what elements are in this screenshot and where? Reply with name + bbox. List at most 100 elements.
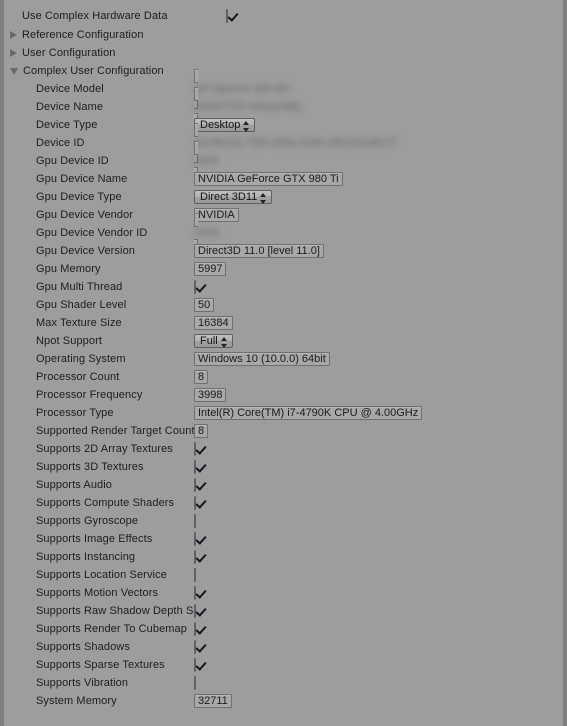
checkbox-supports-gyroscope[interactable] bbox=[194, 514, 196, 528]
use-complex-hardware-data-checkbox[interactable] bbox=[226, 9, 228, 23]
field-label: Device Model bbox=[36, 83, 104, 95]
textfield-operating-system[interactable]: Windows 10 (10.0.0) 64bit bbox=[194, 351, 330, 366]
field-label: Supports 3D Textures bbox=[36, 461, 144, 473]
field-row-gpu-device-version: Gpu Device Version Direct3D 11.0 [level 1… bbox=[4, 242, 563, 260]
chevron-down-icon[interactable] bbox=[10, 67, 18, 75]
field-label: Device ID bbox=[36, 137, 85, 149]
field-row-supports-vibration: Supports Vibration bbox=[4, 674, 563, 692]
checkbox-supports-2d-array-textures[interactable] bbox=[194, 442, 196, 456]
field-label: Supports Motion Vectors bbox=[36, 587, 159, 599]
redacted-value: DESKTOP-MVQ4J8Q bbox=[194, 100, 302, 113]
textfield-value: NVIDIA GeForce GTX 980 Ti bbox=[194, 171, 343, 186]
updown-arrows-icon bbox=[220, 336, 228, 349]
field-row-supports-3d-textures: Supports 3D Textures bbox=[4, 458, 563, 476]
field-label: Gpu Device Type bbox=[36, 191, 122, 203]
field-row-npot-support: Npot Support Full bbox=[4, 332, 563, 350]
checkbox-glyph bbox=[194, 586, 196, 600]
checkbox-supports-image-effects[interactable] bbox=[194, 532, 196, 546]
textfield-value: Intel(R) Core(TM) i7-4790K CPU @ 4.00GHz bbox=[194, 405, 423, 420]
checkbox-supports-motion-vectors[interactable] bbox=[194, 586, 196, 600]
checkbox-supports-location-service[interactable] bbox=[194, 568, 196, 582]
field-row-max-texture-size: Max Texture Size 16384 bbox=[4, 314, 563, 332]
checkbox-glyph bbox=[194, 568, 196, 582]
foldout-reference-configuration[interactable]: Reference Configuration bbox=[4, 26, 563, 44]
checkbox-glyph bbox=[194, 532, 196, 546]
textfield-supported-render-target-count[interactable]: 8 bbox=[194, 423, 209, 438]
textfield-value: 50 bbox=[194, 297, 215, 312]
checkbox-glyph bbox=[194, 478, 196, 492]
checkbox-supports-compute-shaders[interactable] bbox=[194, 496, 196, 510]
field-label: Gpu Device ID bbox=[36, 155, 109, 167]
field-label: Processor Type bbox=[36, 407, 114, 419]
textfield-gpu-device-version[interactable]: Direct3D 11.0 [level 11.0] bbox=[194, 243, 324, 258]
field-list: Device Model HP Spectre 360 M2 Device Name… bbox=[4, 68, 563, 710]
field-row-supports-gyroscope: Supports Gyroscope bbox=[4, 512, 563, 530]
field-label: Supports Render To Cubemap bbox=[36, 623, 187, 635]
field-row-supported-render-target-count: Supported Render Target Count 8 bbox=[4, 422, 563, 440]
field-label: Npot Support bbox=[36, 335, 103, 347]
foldout-user-configuration[interactable]: User Configuration bbox=[4, 44, 563, 62]
field-row-gpu-device-vendor: Gpu Device Vendor NVIDIA bbox=[4, 206, 563, 224]
checkbox-glyph bbox=[194, 604, 196, 618]
checkbox-supports-3d-textures[interactable] bbox=[194, 460, 196, 474]
textfield-processor-type[interactable]: Intel(R) Core(TM) i7-4790K CPU @ 4.00GHz bbox=[194, 405, 423, 420]
textfield-value: 8 bbox=[194, 423, 209, 438]
field-label: Supports Sparse Textures bbox=[36, 659, 165, 671]
redacted-value: a3c9b21e-7f04-4d3a-91bb-ef0c2d1a5e77 bbox=[194, 136, 398, 149]
field-row-gpu-device-type: Gpu Device Type Direct 3D11 bbox=[4, 188, 563, 206]
foldout-label: User Configuration bbox=[22, 47, 116, 59]
textfield-gpu-memory[interactable]: 5997 bbox=[194, 261, 227, 276]
field-row-gpu-shader-level: Gpu Shader Level 50 bbox=[4, 296, 563, 314]
checkbox-supports-audio[interactable] bbox=[194, 478, 196, 492]
checkbox-supports-vibration[interactable] bbox=[194, 676, 196, 690]
field-row-processor-type: Processor Type Intel(R) Core(TM) i7-4790K… bbox=[4, 404, 563, 422]
field-label: Device Name bbox=[36, 101, 104, 113]
field-label: System Memory bbox=[36, 695, 117, 707]
textfield-value: 16384 bbox=[194, 315, 233, 330]
field-label: Supports Image Effects bbox=[36, 533, 153, 545]
field-label: Supports Instancing bbox=[36, 551, 136, 563]
use-complex-hardware-data-row: Use Complex Hardware Data bbox=[4, 0, 563, 26]
field-label: Gpu Device Vendor ID bbox=[36, 227, 148, 239]
chevron-right-icon[interactable] bbox=[10, 31, 17, 39]
field-row-supports-instancing: Supports Instancing bbox=[4, 548, 563, 566]
dropdown-npot-support[interactable]: Full bbox=[194, 333, 233, 349]
textfield-gpu-device-name[interactable]: NVIDIA GeForce GTX 980 Ti bbox=[194, 171, 343, 186]
field-row-supports-location-service: Supports Location Service bbox=[4, 566, 563, 584]
checkbox-glyph bbox=[194, 622, 196, 636]
use-complex-hardware-data-label: Use Complex Hardware Data bbox=[22, 10, 168, 22]
textfield-gpu-shader-level[interactable]: 50 bbox=[194, 297, 215, 312]
dropdown-gpu-device-type[interactable]: Direct 3D11 bbox=[194, 189, 273, 204]
field-label: Supports 2D Array Textures bbox=[36, 443, 173, 455]
field-row-gpu-device-vendor-id: Gpu Device Vendor ID 4318 bbox=[4, 212, 563, 253]
field-row-supports-motion-vectors: Supports Motion Vectors bbox=[4, 584, 563, 602]
checkbox-supports-instancing[interactable] bbox=[194, 550, 196, 564]
field-label: Supported Render Target Count bbox=[36, 425, 194, 437]
field-row-processor-count: Processor Count 8 bbox=[4, 368, 563, 386]
field-label: Gpu Memory bbox=[36, 263, 101, 275]
field-label: Gpu Shader Level bbox=[36, 299, 127, 311]
textfield-value: Direct3D 11.0 [level 11.0] bbox=[194, 243, 324, 258]
chevron-right-icon[interactable] bbox=[10, 49, 17, 57]
field-label: Supports Raw Shadow Depth Sampling bbox=[36, 605, 194, 617]
field-label: Supports Audio bbox=[36, 479, 113, 491]
textfield-value: 3998 bbox=[194, 387, 227, 402]
foldout-label: Reference Configuration bbox=[22, 29, 144, 41]
textfield-system-memory[interactable]: 32711 bbox=[194, 693, 232, 708]
checkbox-supports-raw-shadow-depth-sampling[interactable] bbox=[194, 604, 196, 618]
checkbox-glyph bbox=[194, 550, 196, 564]
field-label: Gpu Multi Thread bbox=[36, 281, 123, 293]
checkbox-glyph bbox=[194, 676, 196, 690]
textfield-processor-frequency[interactable]: 3998 bbox=[194, 387, 227, 402]
field-row-device-name: Device Name DESKTOP-MVQ4J8Q bbox=[4, 86, 563, 127]
checkbox-supports-sparse-textures[interactable] bbox=[194, 658, 196, 672]
checkbox-supports-render-to-cubemap[interactable] bbox=[194, 622, 196, 636]
checkbox-gpu-multi-thread[interactable] bbox=[194, 280, 196, 294]
textfield-processor-count[interactable]: 8 bbox=[194, 369, 209, 384]
field-row-processor-frequency: Processor Frequency 3998 bbox=[4, 386, 563, 404]
field-row-supports-2d-array-textures: Supports 2D Array Textures bbox=[4, 440, 563, 458]
field-row-supports-compute-shaders: Supports Compute Shaders bbox=[4, 494, 563, 512]
textfield-max-texture-size[interactable]: 16384 bbox=[194, 315, 233, 330]
checkbox-supports-shadows[interactable] bbox=[194, 640, 196, 654]
field-row-supports-shadows: Supports Shadows bbox=[4, 638, 563, 656]
